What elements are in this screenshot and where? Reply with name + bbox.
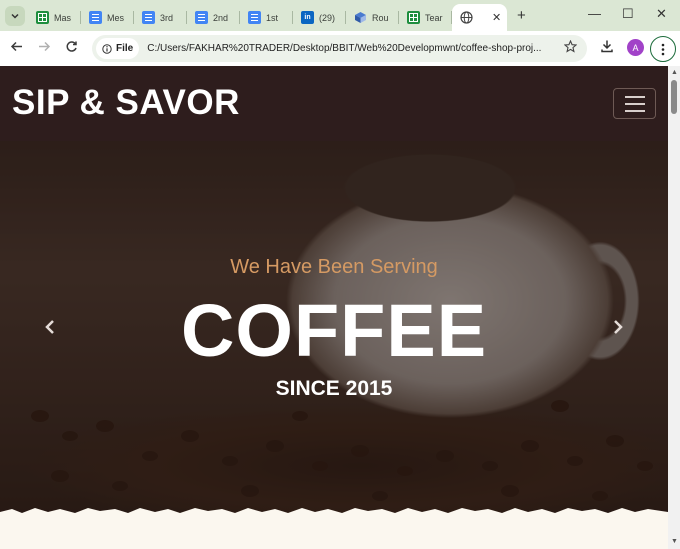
tab-list: Mas Mes 3rd 2nd 1st in (29) Rou Tear ✕ [28,4,507,31]
carousel-next-button[interactable] [612,318,624,341]
tab-label: (29) [319,12,336,23]
profile-avatar[interactable]: A [627,39,644,56]
maximize-button[interactable]: ☐ [622,6,634,22]
chevron-left-icon [45,320,54,334]
globe-icon [460,11,473,24]
tab-label: Mas [54,12,72,23]
tab-docs-2nd[interactable]: 2nd [187,4,240,31]
tab-label: Tear [425,12,443,23]
file-label: File [116,43,134,54]
tab-strip: Mas Mes 3rd 2nd 1st in (29) Rou Tear ✕ + … [0,0,680,31]
tab-label: 1st [266,12,279,23]
hamburger-line [624,95,645,98]
hero-subline: SINCE 2015 [275,377,393,400]
docs-icon [195,11,208,24]
tab-docs-1st[interactable]: 1st [240,4,293,31]
back-button[interactable] [10,40,23,56]
reload-button[interactable] [65,40,78,56]
url-text[interactable]: C:/Users/FAKHAR%20TRADER/Desktop/BBIT/We… [147,43,562,54]
docs-icon [142,11,155,24]
chevron-right-icon [614,320,623,334]
tab-rou[interactable]: Rou [346,4,399,31]
reload-icon [66,41,77,52]
tab-docs-3rd[interactable]: 3rd [134,4,187,31]
chevron-down-icon [11,13,19,19]
hero-carousel: SIP & SAVOR We Have Been Serving COFFEE … [0,66,668,521]
tab-active-coffee-shop[interactable]: ✕ [452,4,507,31]
tab-sheets-mas[interactable]: Mas [28,4,81,31]
tab-label: 3rd [160,12,174,23]
tab-search-button[interactable] [5,6,25,26]
tab-label: Rou [372,12,389,23]
bookmark-star-icon[interactable] [563,39,578,56]
site-navbar: SIP & SAVOR [0,66,668,141]
docs-icon [89,11,102,24]
tab-label: 2nd [213,12,229,23]
address-bar[interactable]: File C:/Users/FAKHAR%20TRADER/Desktop/BB… [92,35,587,62]
hamburger-line [624,109,645,112]
browser-menu-button[interactable] [650,36,676,62]
hero-eyebrow: We Have Been Serving [230,256,438,278]
scroll-down-icon[interactable]: ▼ [671,538,678,545]
sheets-icon [36,11,49,24]
tab-sheets-tear[interactable]: Tear [399,4,452,31]
site-brand[interactable]: SIP & SAVOR [12,83,240,123]
navbar-toggle-button[interactable] [613,88,656,119]
more-vert-icon [661,43,665,55]
forward-button[interactable] [38,40,51,56]
docs-icon [248,11,261,24]
browser-toolbar: File C:/Users/FAKHAR%20TRADER/Desktop/BB… [0,31,680,66]
close-window-button[interactable]: ✕ [656,6,667,22]
linkedin-icon: in [301,11,314,24]
tab-docs-mes[interactable]: Mes [81,4,134,31]
page-viewport: SIP & SAVOR We Have Been Serving COFFEE … [0,66,668,549]
close-tab-icon[interactable]: ✕ [492,11,501,24]
tab-linkedin[interactable]: in (29) [293,4,346,31]
site-info-chip[interactable]: File [96,38,140,59]
minimize-button[interactable]: — [588,6,601,21]
carousel-prev-button[interactable] [44,318,56,341]
forward-arrow-icon [39,41,51,52]
hamburger-line [624,102,645,105]
scroll-up-icon[interactable]: ▲ [671,69,678,76]
scrollbar-thumb[interactable] [671,80,677,114]
new-tab-button[interactable]: + [517,7,526,24]
page-scrollbar[interactable] [668,66,680,549]
hero-headline: COFFEE [180,289,488,372]
download-icon[interactable] [600,39,614,56]
back-arrow-icon [10,41,22,52]
tab-label: Mes [107,12,125,23]
torn-paper-divider [0,508,668,549]
sheets-icon [407,11,420,24]
info-icon [102,43,112,54]
cube-icon [354,11,367,24]
